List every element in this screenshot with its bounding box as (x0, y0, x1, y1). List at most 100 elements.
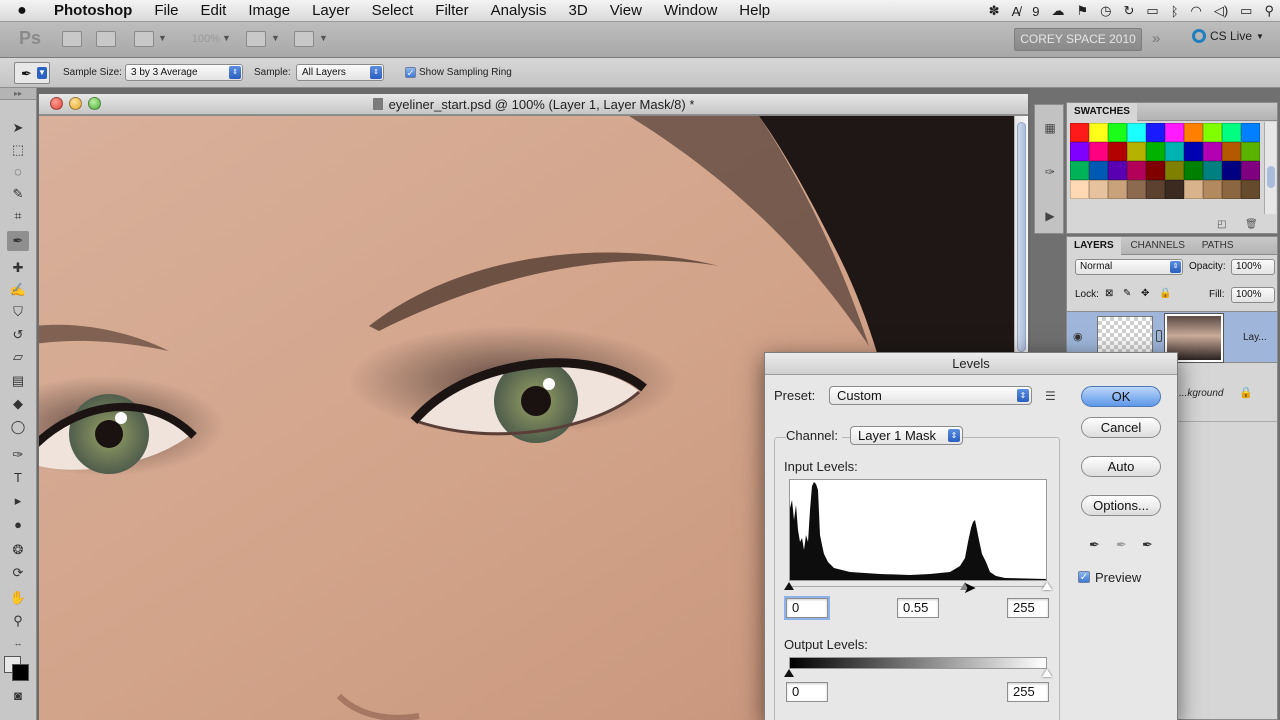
menu-view[interactable]: View (599, 2, 653, 19)
swatches-scrollbar[interactable] (1264, 122, 1276, 214)
color-swatch[interactable] (1108, 142, 1127, 161)
3d-rotate-tool-icon[interactable]: ❂ (7, 540, 29, 560)
menu-3d[interactable]: 3D (558, 2, 599, 19)
shape-tool-icon[interactable]: ● (7, 515, 29, 535)
new-swatch-icon[interactable]: ◰ (1217, 219, 1226, 230)
color-swatch[interactable] (1070, 142, 1089, 161)
font-icon[interactable]: A̸ (1012, 4, 1021, 19)
flag-icon[interactable]: ⚑ (1076, 3, 1088, 19)
color-swatch[interactable] (1070, 123, 1089, 142)
clone-stamp-tool-icon[interactable]: ⛉ (7, 302, 29, 322)
color-swatch[interactable] (1203, 180, 1222, 199)
input-black-field[interactable]: 0 (784, 596, 830, 620)
options-button[interactable]: Options... (1081, 495, 1161, 516)
color-swatch[interactable] (1146, 180, 1165, 199)
white-point-eyedropper-icon[interactable]: ✒ (1142, 537, 1153, 553)
zoom-tool-icon[interactable]: ⚲ (7, 611, 29, 631)
bridge-icon[interactable] (62, 31, 82, 47)
color-swatch[interactable] (1127, 161, 1146, 180)
eraser-tool-icon[interactable]: ▱ (7, 347, 29, 367)
mask-link-icon[interactable] (1156, 330, 1162, 342)
lasso-tool-icon[interactable]: ◌ (7, 162, 29, 182)
input-gamma-field[interactable]: 0.55 (897, 598, 939, 618)
path-select-tool-icon[interactable]: ▸ (7, 491, 29, 511)
color-swatch[interactable] (1184, 142, 1203, 161)
color-swatch[interactable] (1222, 142, 1241, 161)
tray-count[interactable]: 9 (1032, 4, 1039, 19)
crop-tool-icon[interactable]: ⌗ (7, 206, 29, 226)
more-workspaces-icon[interactable]: » (1152, 30, 1160, 47)
mini-bridge-icon[interactable]: ▦ (1039, 117, 1061, 139)
color-swatch[interactable] (1203, 161, 1222, 180)
tool-preset-picker[interactable]: ✒ ▼ (14, 62, 50, 84)
menu-filter[interactable]: Filter (424, 2, 479, 19)
eyedropper-tool-icon[interactable]: ✒ (7, 231, 29, 251)
color-swatch[interactable] (1184, 123, 1203, 142)
color-swatch[interactable] (1108, 123, 1127, 142)
hand-tool-icon[interactable]: ✋ (7, 588, 29, 608)
ok-button[interactable]: OK (1081, 386, 1161, 407)
channel-select[interactable]: Layer 1 Mask ⇕ (850, 426, 963, 445)
color-swatch[interactable] (1089, 180, 1108, 199)
wifi-icon[interactable]: ◠ (1191, 3, 1202, 19)
chevron-down-icon[interactable]: ▼ (158, 33, 167, 43)
color-swatch[interactable] (1184, 180, 1203, 199)
panel-grip[interactable]: ▸▸ (0, 88, 36, 100)
quick-select-tool-icon[interactable]: ✎ (7, 184, 29, 204)
lock-pixels-icon[interactable]: ✎ (1123, 288, 1131, 299)
type-tool-icon[interactable]: T (7, 468, 29, 488)
color-swatch[interactable] (1222, 161, 1241, 180)
tab-layers[interactable]: LAYERS (1067, 237, 1121, 255)
document-titlebar[interactable]: eyeliner_start.psd @ 100% (Layer 1, Laye… (39, 94, 1028, 115)
color-swatch[interactable] (1089, 161, 1108, 180)
output-white-handle[interactable] (1042, 669, 1052, 677)
input-white-field[interactable]: 255 (1007, 598, 1049, 618)
menu-file[interactable]: File (143, 2, 189, 19)
menu-help[interactable]: Help (728, 2, 781, 19)
sample-size-select[interactable]: 3 by 3 Average ⇕ (125, 64, 243, 81)
time-machine-icon[interactable]: ◷ (1100, 3, 1111, 19)
color-swatch[interactable] (1222, 180, 1241, 199)
close-window-icon[interactable] (50, 97, 63, 110)
cloud-icon[interactable]: ☁ (1051, 3, 1064, 19)
input-black-handle[interactable] (784, 582, 794, 590)
paw-icon[interactable]: ✽ (989, 3, 1000, 19)
color-swatch[interactable] (1127, 142, 1146, 161)
menu-edit[interactable]: Edit (190, 2, 238, 19)
color-swatch[interactable] (1203, 123, 1222, 142)
color-swatch[interactable] (1146, 142, 1165, 161)
swap-colors-icon[interactable]: ↔ (7, 633, 29, 653)
show-sampling-ring-checkbox[interactable]: ✓ (405, 67, 416, 78)
pen-tool-icon[interactable]: ✑ (7, 445, 29, 465)
marquee-tool-icon[interactable]: ⬚ (7, 140, 29, 160)
color-swatch[interactable] (1146, 123, 1165, 142)
output-levels-slider[interactable] (784, 669, 1052, 679)
lock-position-icon[interactable]: ✥ (1141, 288, 1149, 299)
layer-name[interactable]: ...kground (1179, 388, 1223, 399)
color-swatch[interactable] (1108, 161, 1127, 180)
fill-field[interactable]: 100% (1231, 287, 1275, 303)
apple-menu-icon[interactable]: ● (0, 2, 44, 20)
color-swatch[interactable] (1222, 123, 1241, 142)
opacity-field[interactable]: 100% (1231, 259, 1275, 275)
menu-window[interactable]: Window (653, 2, 728, 19)
tab-swatches[interactable]: SWATCHES (1067, 103, 1137, 121)
preset-options-icon[interactable]: ☰ (1045, 389, 1056, 403)
blend-mode-select[interactable]: Normal ⇕ (1075, 259, 1183, 275)
history-brush-tool-icon[interactable]: ↺ (7, 325, 29, 345)
minibridge-icon[interactable] (96, 31, 116, 47)
background-color-swatch[interactable] (12, 664, 29, 681)
delete-swatch-icon[interactable]: 🗑 (1245, 219, 1258, 230)
tool-presets-icon[interactable]: ✑ (1039, 161, 1061, 183)
3d-orbit-tool-icon[interactable]: ⟳ (7, 563, 29, 583)
gradient-tool-icon[interactable]: ▤ (7, 371, 29, 391)
minimize-window-icon[interactable] (69, 97, 82, 110)
tab-paths[interactable]: PATHS (1195, 237, 1241, 255)
output-black-field[interactable]: 0 (786, 682, 828, 702)
menu-app-name[interactable]: Photoshop (44, 2, 143, 19)
auto-button[interactable]: Auto (1081, 456, 1161, 477)
color-swatch[interactable] (1146, 161, 1165, 180)
black-point-eyedropper-icon[interactable]: ✒ (1089, 537, 1100, 553)
color-swatch[interactable] (1070, 161, 1089, 180)
sync-icon[interactable]: ↻ (1123, 3, 1134, 19)
